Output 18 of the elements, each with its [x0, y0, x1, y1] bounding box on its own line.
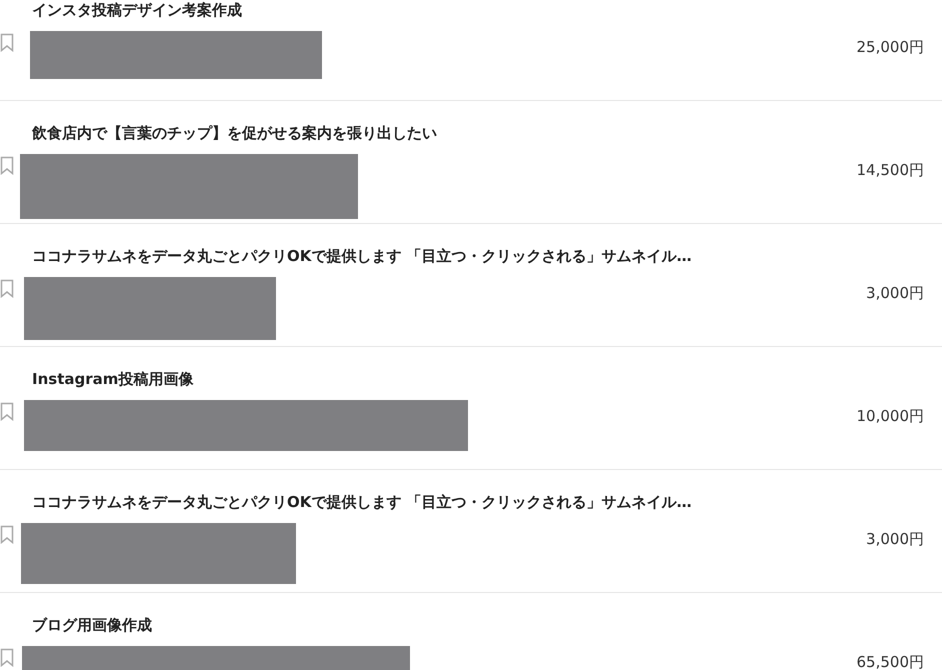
bookmark-icon[interactable]	[0, 525, 14, 544]
price: 10,000円	[856, 407, 924, 426]
listing-title[interactable]: ココナラサムネをデータ丸ごとパクリOKで提供します 「目立つ・クリックされる」サムネイル…	[0, 491, 866, 513]
bookmark-icon[interactable]	[0, 648, 14, 667]
price: 65,500円	[856, 653, 924, 670]
listing-title[interactable]: インスタ投稿デザイン考案作成	[0, 0, 856, 21]
price: 25,000円	[856, 38, 924, 57]
price: 14,500円	[856, 161, 924, 180]
bookmark-icon[interactable]	[0, 279, 14, 298]
price: 3,000円	[866, 284, 924, 303]
listing-title[interactable]: Instagram投稿用画像	[0, 368, 856, 390]
bookmark-icon[interactable]	[0, 33, 14, 52]
bookmark-icon[interactable]	[0, 156, 14, 175]
bookmark-icon[interactable]	[0, 402, 14, 421]
listing-title[interactable]: ブログ用画像作成	[0, 614, 856, 636]
listing-title[interactable]: 飲食店内で【言葉のチップ】を促がせる案内を張り出したい	[0, 122, 856, 144]
listing-title[interactable]: ココナラサムネをデータ丸ごとパクリOKで提供します 「目立つ・クリックされる」サムネイル…	[0, 245, 866, 267]
price: 3,000円	[866, 530, 924, 549]
